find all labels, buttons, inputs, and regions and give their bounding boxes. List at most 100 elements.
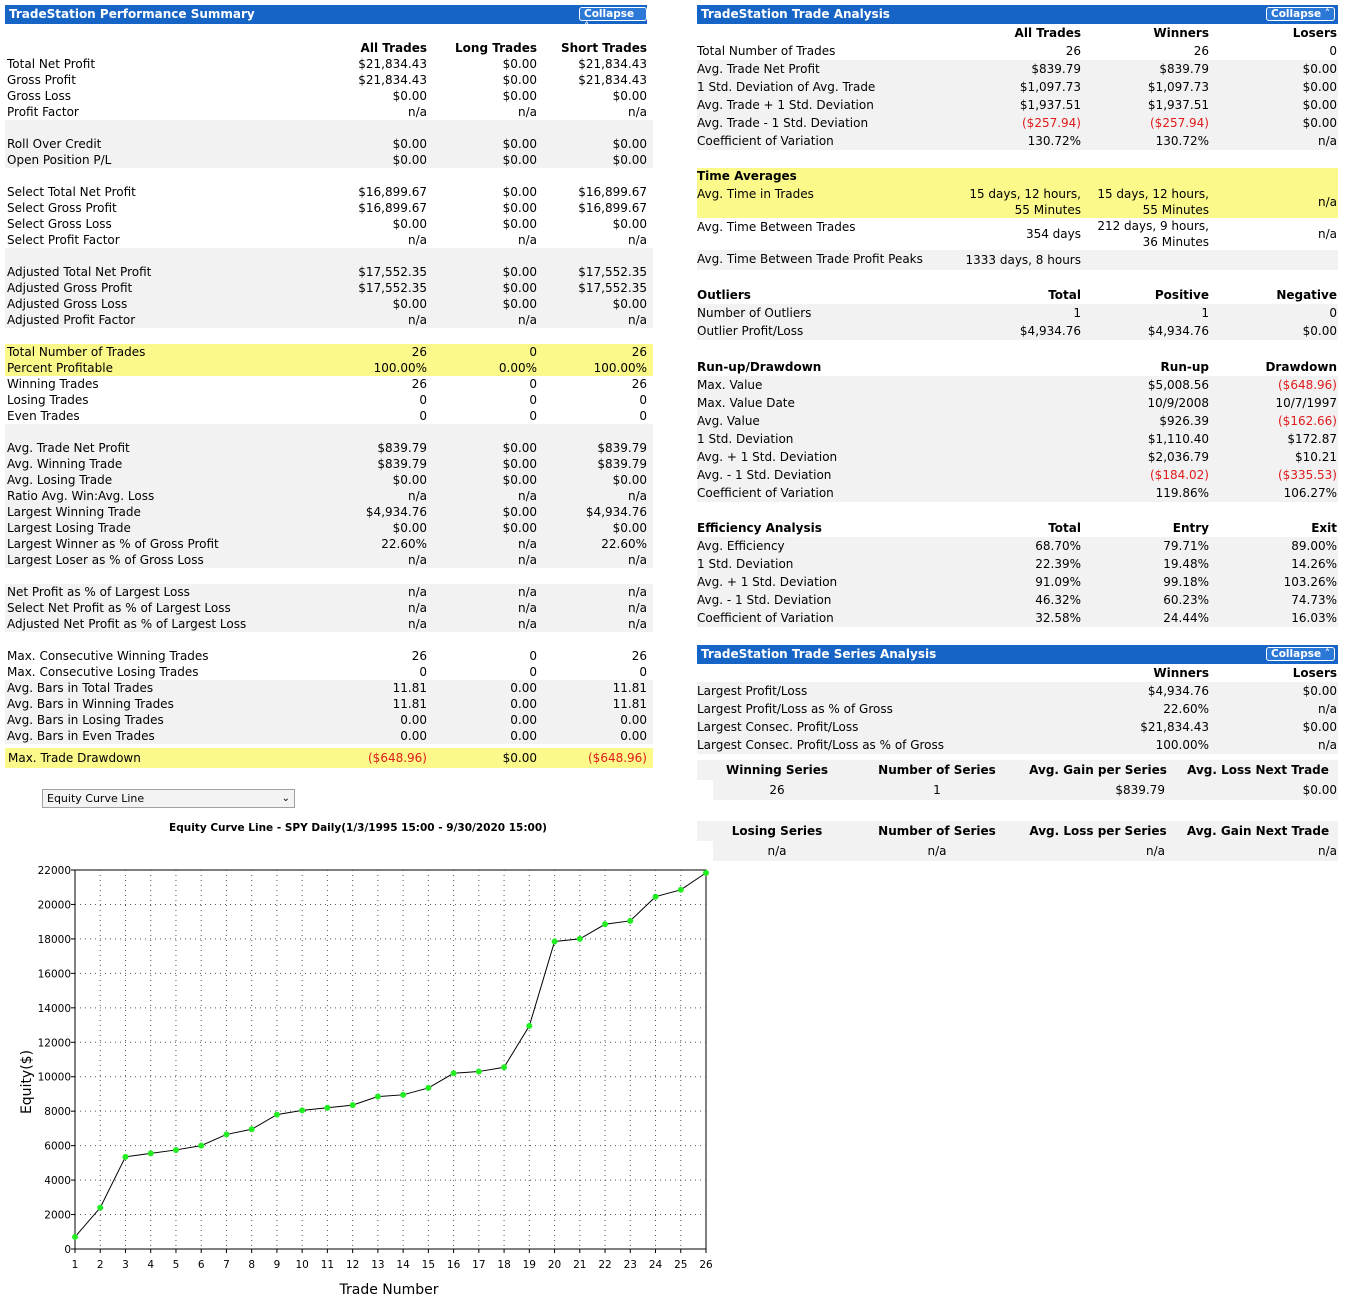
perf-row: Avg. Losing Trade $0.00 $0.00 $0.00 — [5, 472, 653, 488]
runup-title: Run-up/Drawdown — [697, 360, 822, 374]
perf-drawdown-row: Max. Trade Drawdown ($648.96) $0.00 ($648.9… — [5, 748, 653, 768]
perf-row — [5, 168, 653, 184]
perf-row-value: n/a — [627, 601, 647, 615]
perf-row-value: n/a — [407, 233, 427, 247]
section-header-outliers: Outliers Total Positive Negative — [697, 286, 1338, 304]
equity-point — [703, 869, 709, 876]
perf-row-label: Gross Loss — [7, 89, 71, 103]
perf-row — [5, 568, 653, 584]
equity-point — [602, 921, 609, 928]
efficiency-row-value: 14.26% — [1291, 557, 1337, 571]
trade-row-value: 26 — [1065, 44, 1081, 58]
series-row-label: Largest Profit/Loss — [697, 684, 808, 698]
perf-row: Adjusted Profit Factor n/a n/a n/a — [5, 312, 653, 328]
perf-row-value: 100.00% — [593, 361, 647, 375]
perf-row-value: n/a — [627, 233, 647, 247]
equity-point — [677, 886, 684, 893]
runup-row: Max. Value $5,008.56 ($648.96) — [697, 376, 1338, 394]
x-tick-label: 3 — [122, 1259, 129, 1271]
perf-row-value: n/a — [627, 585, 647, 599]
x-tick-label: 7 — [223, 1259, 230, 1271]
perf-row-label: Total Number of Trades — [7, 345, 146, 359]
trade-row-value: $1,937.51 — [1147, 98, 1209, 112]
perf-row: Losing Trades 0 0 0 — [5, 392, 653, 408]
trade-row: 1 Std. Deviation of Avg. Trade $1,097.73 $… — [697, 78, 1338, 96]
efficiency-row-value: 68.70% — [1035, 539, 1081, 553]
efficiency-title: Efficiency Analysis — [697, 521, 822, 535]
perf-row-value: $839.79 — [597, 457, 647, 471]
trade-row: Avg. Trade - 1 Std. Deviation ($257.94) ($… — [697, 114, 1338, 132]
equity-point — [324, 1104, 331, 1111]
perf-row-value: n/a — [627, 617, 647, 631]
equity-point — [652, 893, 659, 900]
perf-row: Avg. Trade Net Profit $839.79 $0.00 $839.79 — [5, 440, 653, 456]
outliers-row: Number of Outliers 1 1 0 — [697, 304, 1338, 322]
perf-row-value: 11.81 — [392, 681, 427, 695]
perf-row-label: Avg. Losing Trade — [7, 473, 113, 487]
trade-row-value: 26 — [1193, 44, 1209, 58]
y-tick-label: 6000 — [44, 1141, 71, 1153]
winning-series-value: $0.00 — [1302, 783, 1337, 797]
runup-row-value: 10/7/1997 — [1275, 396, 1337, 410]
perf-row-label: Roll Over Credit — [7, 137, 102, 151]
outliers-col-header: Total — [1048, 288, 1081, 302]
x-tick-label: 26 — [699, 1259, 713, 1271]
perf-row: Avg. Bars in Even Trades 0.00 0.00 0.00 — [5, 728, 653, 744]
perf-row-label: Max. Consecutive Winning Trades — [7, 649, 209, 663]
runup-row-label: Avg. - 1 Std. Deviation — [697, 468, 832, 482]
perf-row-value: 0 — [419, 409, 427, 423]
series-collapse-button[interactable]: Collapse ˄ — [1266, 647, 1335, 661]
series-row-value: $21,834.43 — [1140, 720, 1209, 734]
perf-row-value: $0.00 — [612, 521, 647, 535]
equity-point — [299, 1107, 306, 1114]
trade-row-value: 0 — [1329, 44, 1337, 58]
perf-row: Max. Consecutive Winning Trades 26 0 26 — [5, 648, 653, 664]
x-tick-label: 4 — [147, 1259, 154, 1271]
perf-row-value: n/a — [517, 537, 537, 551]
perf-row-value: n/a — [517, 105, 537, 119]
equity-point — [223, 1131, 230, 1138]
efficiency-row-value: 91.09% — [1035, 575, 1081, 589]
perf-row-value: $0.00 — [502, 457, 537, 471]
equity-point — [425, 1084, 432, 1091]
efficiency-row-value: 32.58% — [1035, 611, 1081, 625]
perf-row-label: Select Profit Factor — [7, 233, 120, 247]
perf-row-label: Gross Profit — [7, 73, 76, 87]
perf-row-value: $21,834.43 — [358, 57, 427, 71]
trade-row-value: ($257.94) — [1150, 116, 1209, 130]
runup-row: 1 Std. Deviation $1,110.40 $172.87 — [697, 430, 1338, 448]
perf-drawdown-value: ($648.96) — [368, 751, 427, 765]
perf-row: Percent Profitable 100.00% 0.00% 100.00% — [5, 360, 653, 376]
perf-row-label: Select Net Profit as % of Largest Loss — [7, 601, 231, 615]
y-tick-label: 14000 — [38, 1003, 71, 1015]
chart-type-select[interactable]: Equity Curve Line ⌄ — [42, 789, 295, 808]
perf-row-value: n/a — [407, 489, 427, 503]
trade-row-label: 1 Std. Deviation of Avg. Trade — [697, 80, 876, 94]
perf-row-value: 0.00 — [620, 729, 647, 743]
perf-row-label: Adjusted Total Net Profit — [7, 265, 152, 279]
perf-row-label: Winning Trades — [7, 377, 99, 391]
perf-row-value: 11.81 — [392, 697, 427, 711]
trade-collapse-button[interactable]: Collapse ˄ — [1266, 7, 1335, 21]
perf-row-value: 0 — [419, 393, 427, 407]
equity-point — [400, 1091, 407, 1098]
perf-collapse-button[interactable]: Collapse ˄ — [579, 7, 647, 33]
perf-row-label: Avg. Trade Net Profit — [7, 441, 130, 455]
perf-row-value: n/a — [407, 601, 427, 615]
chevron-down-icon: ⌄ — [281, 793, 290, 804]
perf-row-value: $16,899.67 — [578, 201, 647, 215]
trade-row-value: $839.79 — [1031, 62, 1081, 76]
perf-row-value: 0 — [529, 649, 537, 663]
perf-row-value: $0.00 — [612, 217, 647, 231]
perf-row: Winning Trades 26 0 26 — [5, 376, 653, 392]
perf-row-value: $0.00 — [502, 521, 537, 535]
perf-row-label: Avg. Bars in Even Trades — [7, 729, 155, 743]
perf-row-value: 0 — [419, 665, 427, 679]
perf-col-header: Long Trades — [455, 41, 537, 55]
runup-row-value: $10.21 — [1295, 450, 1337, 464]
winning-series-col-header: Winning Series — [726, 763, 828, 777]
trade-row-value: $0.00 — [1302, 116, 1337, 130]
perf-row: Roll Over Credit $0.00 $0.00 $0.00 — [5, 136, 653, 152]
perf-row-value: $0.00 — [612, 297, 647, 311]
perf-row-value: 100.00% — [373, 361, 427, 375]
